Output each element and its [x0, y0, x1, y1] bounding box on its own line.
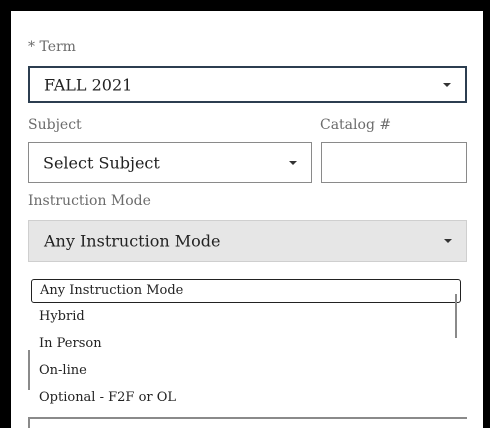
- catalog-input[interactable]: [321, 142, 467, 183]
- instruction-mode-dropdown: Any Instruction Mode Hybrid In Person On…: [27, 279, 463, 428]
- hidden-field-edge: [28, 417, 30, 428]
- hidden-field-edge: [28, 350, 30, 390]
- term-select-value: FALL 2021: [44, 75, 133, 94]
- hidden-field-edge: [28, 417, 467, 419]
- instruction-mode-label: Instruction Mode: [28, 193, 151, 209]
- term-label: * Term: [28, 39, 76, 55]
- term-select[interactable]: FALL 2021: [28, 66, 467, 103]
- chevron-down-icon: [443, 82, 451, 87]
- instruction-mode-select-value: Any Instruction Mode: [44, 231, 221, 251]
- chevron-down-icon: [289, 160, 297, 165]
- search-form-panel: * Term FALL 2021 Subject Select Subject …: [11, 11, 483, 428]
- subject-select-value: Select Subject: [43, 153, 160, 172]
- option-hybrid[interactable]: Hybrid: [31, 306, 461, 330]
- instruction-mode-select[interactable]: Any Instruction Mode: [28, 220, 467, 262]
- option-in-person[interactable]: In Person: [31, 333, 461, 357]
- catalog-label: Catalog #: [320, 117, 392, 133]
- subject-select[interactable]: Select Subject: [28, 142, 312, 183]
- option-any-instruction-mode[interactable]: Any Instruction Mode: [31, 279, 461, 303]
- option-on-line[interactable]: On-line: [31, 360, 461, 384]
- subject-label: Subject: [28, 117, 82, 133]
- chevron-down-icon: [444, 239, 452, 243]
- hidden-field-edge: [455, 294, 457, 338]
- option-optional-f2f-or-ol[interactable]: Optional - F2F or OL: [31, 387, 461, 411]
